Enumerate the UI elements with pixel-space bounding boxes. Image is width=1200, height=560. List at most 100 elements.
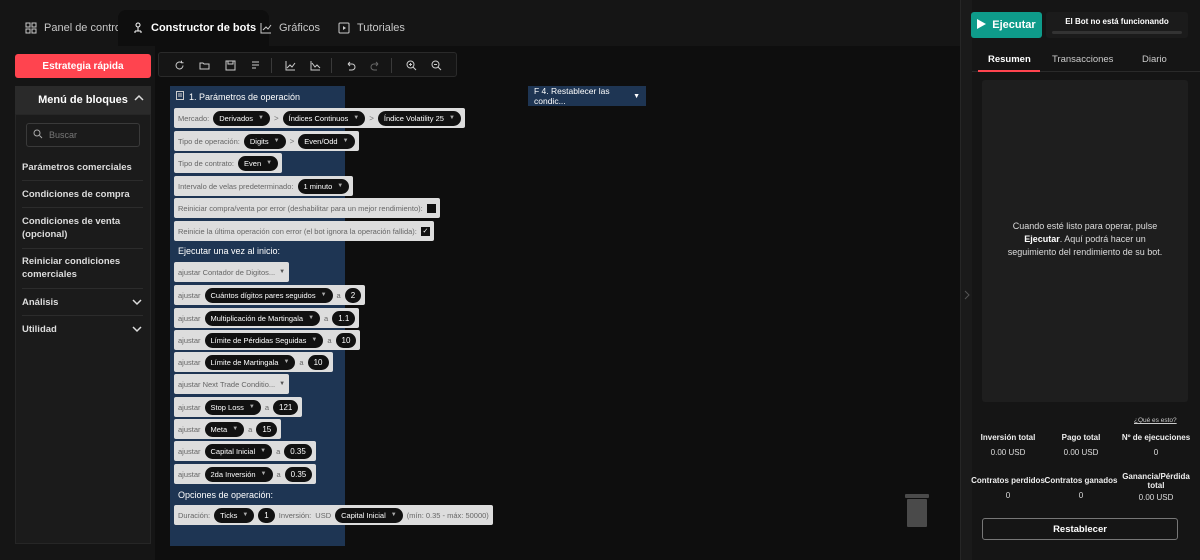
duration-unit-dropdown[interactable]: Ticks ▼	[214, 507, 255, 523]
set-variable-row[interactable]: ajustar Cuántos dígitos pares seguidos ▼ a 2	[174, 285, 366, 305]
set-next-trade-row[interactable]: ajustar Next Trade Conditio... ▼	[174, 374, 290, 394]
menu-item-buy-conditions[interactable]: Condiciones de compra	[22, 188, 143, 208]
set-variable-row[interactable]: ajustar Límite de Martingala ▼ a 10	[174, 352, 333, 372]
block-menu: Buscar Parámetros comerciales Condicione…	[15, 114, 151, 544]
stat-contracts-lost: Contratos perdidos 0	[970, 476, 1046, 500]
tab-journal[interactable]: Diario	[1142, 54, 1167, 65]
variable-dropdown[interactable]: 2da Inversión ▼	[204, 466, 273, 482]
menu-item-sell-conditions[interactable]: Condiciones de venta (opcional)	[22, 215, 143, 249]
run-button[interactable]: Ejecutar	[971, 12, 1042, 38]
menu-item-utility[interactable]: Utilidad	[22, 323, 143, 343]
bot-status: El Bot no está funcionando	[1046, 12, 1188, 38]
restart-error-checkbox[interactable]	[426, 203, 436, 213]
trash-icon[interactable]	[904, 492, 930, 528]
set-label: ajustar	[178, 424, 201, 434]
dropdown-arrow-icon: ▼	[232, 426, 239, 432]
chart-down-icon[interactable]	[308, 58, 322, 72]
search-field[interactable]: Buscar	[26, 123, 140, 147]
run-label: Ejecutar	[992, 19, 1036, 31]
zoom-in-icon[interactable]	[404, 58, 418, 72]
dropdown-arrow-icon: ▼	[242, 512, 249, 518]
variable-dropdown[interactable]: Límite de Pérdidas Seguidas ▼	[204, 332, 324, 348]
tab-summary[interactable]: Resumen	[988, 54, 1031, 65]
variable-dropdown[interactable]: Meta ▼	[204, 421, 245, 437]
stat-value: 0	[1153, 448, 1159, 457]
tutorials-icon	[337, 21, 351, 35]
stat-label: Contratos perdidos	[971, 476, 1045, 485]
tab-dashboard[interactable]: Panel de control	[12, 10, 136, 46]
symbol-dropdown[interactable]: Índice Volatility 25 ▼	[377, 110, 461, 126]
set-counter-row[interactable]: ajustar Contador de Digitos... ▼	[174, 262, 290, 282]
variable-value[interactable]: 2	[344, 287, 362, 303]
candle-interval-dropdown[interactable]: 1 minuto ▼	[297, 178, 350, 194]
variable-dropdown[interactable]: Stop Loss ▼	[204, 399, 261, 415]
trade-type-dropdown[interactable]: Even/Odd ▼	[298, 133, 355, 149]
chevron-down-icon	[131, 296, 143, 308]
duration-value[interactable]: 1	[258, 507, 275, 523]
stat-value: 0.00 USD	[1063, 448, 1099, 457]
to-label: a	[327, 335, 332, 345]
tab-tutorials[interactable]: Tutoriales	[325, 10, 417, 46]
f4-block-title: F 4. Restablecer las condic...	[534, 86, 610, 106]
redo-icon[interactable]	[368, 58, 382, 72]
variable-value[interactable]: 15	[256, 421, 278, 437]
block1-header: 1. Parámetros de operación	[176, 91, 300, 102]
set-variable-row[interactable]: ajustar Multiplicación de Martingala ▼ a 1.1	[174, 308, 360, 328]
variable-value[interactable]: 121	[273, 399, 299, 415]
menu-item-label: Análisis	[22, 297, 59, 308]
dropdown-value: Stop Loss	[210, 402, 244, 412]
dropdown-value: 1 minuto	[303, 181, 333, 191]
save-icon[interactable]	[223, 58, 237, 72]
dropdown-value: Índice Volatility 25	[383, 113, 444, 123]
variable-value[interactable]: 0.35	[284, 443, 312, 459]
investment-range: (mín: 0.35 - máx: 50000)	[406, 510, 489, 520]
restart-conditions-block[interactable]: F 4. Restablecer las condic... ▼	[528, 86, 646, 106]
chevron-up-icon[interactable]	[133, 92, 145, 104]
set-variable-row[interactable]: ajustar 2da Inversión ▼ a 0.35	[174, 464, 317, 484]
what-is-this-link[interactable]: ¿Qué es esto?	[1134, 417, 1177, 424]
dropdown-value: Capital Inicial	[210, 446, 256, 456]
variable-value[interactable]: 0.35	[284, 466, 313, 482]
block-menu-title: Menú de bloques	[38, 94, 128, 106]
variable-value[interactable]: 1.1	[332, 310, 356, 326]
contract-type-dropdown[interactable]: Even ▼	[238, 155, 279, 171]
menu-item-trade-params[interactable]: Parámetros comerciales	[22, 161, 143, 181]
menu-item-label: Utilidad	[22, 324, 57, 335]
investment-variable-dropdown[interactable]: Capital Inicial ▼	[335, 507, 403, 523]
set-label: ajustar	[178, 335, 201, 345]
submarket-dropdown[interactable]: Índices Continuos ▼	[282, 110, 366, 126]
trade-options-label: Opciones de operación:	[178, 490, 274, 500]
trade-category-dropdown[interactable]: Digits ▼	[243, 133, 286, 149]
block-menu-header[interactable]: Menú de bloques	[15, 86, 151, 114]
restart-error-label: Reiniciar compra/venta por error (deshab…	[178, 203, 423, 213]
variable-value[interactable]: 10	[335, 332, 357, 348]
dropdown-value: Límite de Pérdidas Seguidas	[210, 335, 307, 345]
restart-last-checkbox[interactable]: ✓	[420, 226, 430, 236]
undo-icon[interactable]	[343, 58, 357, 72]
reset-icon[interactable]	[172, 58, 186, 72]
variable-dropdown[interactable]: Límite de Martingala ▼	[204, 354, 296, 370]
set-variable-row[interactable]: ajustar Límite de Pérdidas Seguidas ▼ a 10	[174, 330, 361, 350]
zoom-out-icon[interactable]	[429, 58, 443, 72]
variable-dropdown[interactable]: Capital Inicial ▼	[204, 443, 273, 459]
reset-button[interactable]: Restablecer	[982, 518, 1178, 540]
collapse-icon[interactable]	[176, 91, 184, 102]
investment-label: Inversión:	[278, 510, 312, 520]
quick-strategy-button[interactable]: Estrategia rápida	[15, 54, 151, 78]
variable-dropdown[interactable]: Cuántos dígitos pares seguidos ▼	[204, 287, 333, 303]
dropdown-arrow-icon: ▼	[266, 160, 273, 166]
open-icon[interactable]	[197, 58, 211, 72]
tab-transactions[interactable]: Transacciones	[1052, 54, 1113, 65]
sort-icon[interactable]	[248, 58, 262, 72]
set-variable-row[interactable]: ajustar Capital Inicial ▼ a 0.35	[174, 441, 316, 461]
tab-charts[interactable]: Gráficos	[247, 10, 332, 46]
dropdown-arrow-icon: ▼	[273, 138, 280, 144]
menu-item-analysis[interactable]: Análisis	[22, 296, 143, 316]
menu-item-restart-conditions[interactable]: Reiniciar condiciones comerciales	[22, 255, 143, 289]
variable-value[interactable]: 10	[307, 354, 329, 370]
market-dropdown[interactable]: Derivados ▼	[213, 110, 270, 126]
set-variable-row[interactable]: ajustar Meta ▼ a 15	[174, 419, 282, 439]
chart-line-icon[interactable]	[283, 58, 297, 72]
variable-dropdown[interactable]: Multiplicación de Martingala ▼	[204, 310, 321, 326]
set-variable-row[interactable]: ajustar Stop Loss ▼ a 121	[174, 397, 303, 417]
